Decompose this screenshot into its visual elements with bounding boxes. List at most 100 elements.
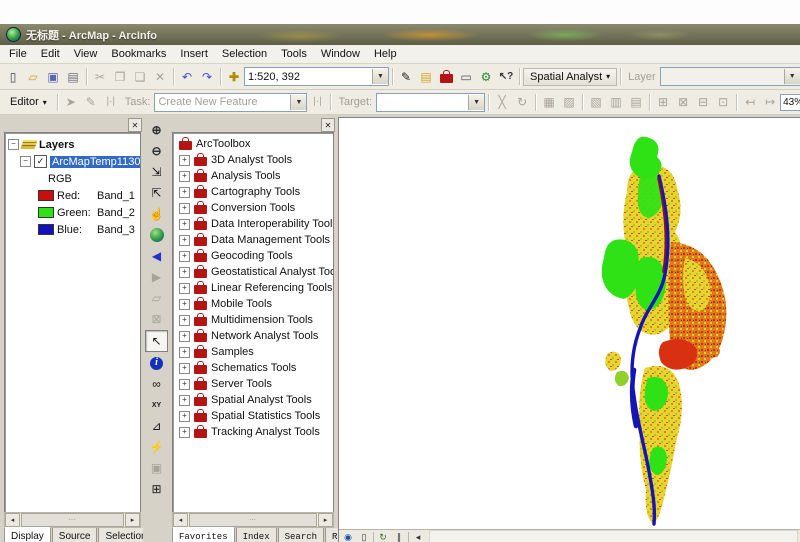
add-data-icon[interactable]: ✚ <box>224 67 244 87</box>
tab-search[interactable]: Search <box>278 528 324 542</box>
menu-window[interactable]: Window <box>314 47 367 61</box>
green-band-swatch[interactable] <box>38 207 54 218</box>
toolbox-item[interactable]: Data Interoperability Tools <box>176 216 333 232</box>
menu-insert[interactable]: Insert <box>173 47 215 61</box>
title-bar[interactable]: 无标题 - ArcMap - ArcInfo <box>0 24 800 45</box>
modelbuilder-icon[interactable]: ⚙ <box>476 67 496 87</box>
toc-layer-row[interactable]: ArcMapTemp113094 <box>8 153 140 170</box>
toolbox-item[interactable]: Data Management Tools <box>176 232 333 248</box>
map-scroll-left-icon[interactable]: ◂ <box>411 531 425 542</box>
toolbox-item[interactable]: Geostatistical Analyst Tools <box>176 264 333 280</box>
select-elements-icon[interactable]: ↖ <box>145 330 168 352</box>
scale-dropdown-arrow-icon[interactable] <box>372 69 388 84</box>
toolbox-item[interactable]: Server Tools <box>176 376 333 392</box>
expand-icon[interactable] <box>179 235 190 246</box>
scroll-right-icon[interactable]: ▸ <box>318 513 333 527</box>
command-line-icon[interactable]: ▭ <box>456 67 476 87</box>
expand-icon[interactable] <box>179 363 190 374</box>
cell-zoom-percent[interactable]: 43% <box>780 94 800 111</box>
save-icon[interactable]: ▣ <box>43 67 63 87</box>
expand-icon[interactable] <box>179 251 190 262</box>
expand-icon[interactable] <box>179 427 190 438</box>
expand-icon[interactable] <box>179 155 190 166</box>
editor-menu-button[interactable]: Editor <box>3 93 54 111</box>
layout-view-icon[interactable]: ▯ <box>357 531 371 542</box>
identify-icon[interactable]: i <box>146 353 167 373</box>
toolbox-item[interactable]: Spatial Analyst Tools <box>176 392 333 408</box>
pause-drawing-icon[interactable]: ∥ <box>392 531 406 542</box>
print-icon[interactable]: ▤ <box>63 67 83 87</box>
tab-favorites[interactable]: Favorites <box>172 527 235 542</box>
expand-icon[interactable] <box>179 395 190 406</box>
redo-icon[interactable]: ↷ <box>197 67 217 87</box>
go-to-xy-icon[interactable]: XY <box>146 395 167 415</box>
expand-icon[interactable] <box>179 331 190 342</box>
toolbox-item[interactable]: Mobile Tools <box>176 296 333 312</box>
menu-view[interactable]: View <box>67 47 105 61</box>
toolbox-item[interactable]: Linear Referencing Tools <box>176 280 333 296</box>
previous-extent-icon[interactable]: ◀ <box>146 246 167 266</box>
toolbox-item[interactable]: Samples <box>176 344 333 360</box>
measure-icon[interactable]: ⊿ <box>146 416 167 436</box>
blue-band-swatch[interactable] <box>38 224 54 235</box>
arctoolbox-root-row[interactable]: ArcToolbox <box>176 136 333 152</box>
expand-icon[interactable] <box>179 187 190 198</box>
toolbox-item[interactable]: Spatial Statistics Tools <box>176 408 333 424</box>
expand-icon[interactable] <box>179 315 190 326</box>
toolbox-item[interactable]: Network Analyst Tools <box>176 328 333 344</box>
editor-sketch-icon[interactable]: ✎ <box>396 67 416 87</box>
layer-name[interactable]: ArcMapTemp113094 <box>50 156 140 168</box>
expand-icon[interactable] <box>179 203 190 214</box>
tab-display[interactable]: Display <box>4 527 51 542</box>
tab-index[interactable]: Index <box>236 528 277 542</box>
expand-icon[interactable] <box>179 219 190 230</box>
toolbox-item[interactable]: Analysis Tools <box>176 168 333 184</box>
expand-icon[interactable] <box>179 347 190 358</box>
toc-band-row[interactable]: Red: Band_1 <box>8 187 140 204</box>
menu-edit[interactable]: Edit <box>34 47 67 61</box>
zoom-in-icon[interactable]: ⊕ <box>146 120 167 140</box>
toolbox-item[interactable]: Multidimension Tools <box>176 312 333 328</box>
toolbox-item[interactable]: Cartography Tools <box>176 184 333 200</box>
expand-icon[interactable] <box>179 411 190 422</box>
viewer-window-icon[interactable]: ⊞ <box>146 479 167 499</box>
toc-renderer-row[interactable]: RGB <box>8 170 140 187</box>
scroll-thumb[interactable]: ⋯ <box>21 513 124 527</box>
undo-icon[interactable]: ↶ <box>177 67 197 87</box>
arctoolbox-icon[interactable] <box>436 67 456 87</box>
expand-icon[interactable] <box>179 299 190 310</box>
expand-icon[interactable] <box>179 379 190 390</box>
toc-band-row[interactable]: Green: Band_2 <box>8 204 140 221</box>
arccatalog-icon[interactable]: ▤ <box>416 67 436 87</box>
zoom-out-icon[interactable]: ⊖ <box>146 141 167 161</box>
collapse-icon[interactable] <box>20 156 31 167</box>
scroll-thumb[interactable]: ⋯ <box>189 513 317 527</box>
map-canvas[interactable]: ◉ ▯ ↻ ∥ ◂ <box>338 117 800 542</box>
map-hscrollbar[interactable] <box>429 530 798 542</box>
menu-file[interactable]: File <box>2 47 34 61</box>
scroll-left-icon[interactable]: ◂ <box>173 513 188 527</box>
toolbox-item[interactable]: 3D Analyst Tools <box>176 152 333 168</box>
toolbox-item[interactable]: Geocoding Tools <box>176 248 333 264</box>
menu-tools[interactable]: Tools <box>274 47 314 61</box>
arctoolbox-hscrollbar[interactable]: ◂ ⋯ ▸ <box>172 512 334 528</box>
new-document-icon[interactable]: ▯ <box>3 67 23 87</box>
red-band-swatch[interactable] <box>38 190 54 201</box>
expand-icon[interactable] <box>179 267 190 278</box>
fixed-zoom-in-icon[interactable]: ⇲ <box>146 162 167 182</box>
expand-icon[interactable] <box>179 171 190 182</box>
toc-close-icon[interactable] <box>128 118 142 132</box>
map-scale-combo[interactable]: 1:520, 392 <box>244 67 389 86</box>
menu-help[interactable]: Help <box>367 47 404 61</box>
toc-root-row[interactable]: Layers <box>8 136 140 153</box>
find-icon[interactable]: ∞ <box>146 374 167 394</box>
fixed-zoom-out-icon[interactable]: ⇱ <box>146 183 167 203</box>
collapse-icon[interactable] <box>8 139 19 150</box>
full-extent-icon[interactable] <box>146 225 167 245</box>
whats-this-icon[interactable]: ↖? <box>496 67 516 87</box>
menu-bookmarks[interactable]: Bookmarks <box>104 47 173 61</box>
toolbox-item[interactable]: Conversion Tools <box>176 200 333 216</box>
toolbox-item[interactable]: Tracking Analyst Tools <box>176 424 333 440</box>
open-icon[interactable]: ▱ <box>23 67 43 87</box>
pan-icon[interactable]: ☝ <box>146 204 167 224</box>
